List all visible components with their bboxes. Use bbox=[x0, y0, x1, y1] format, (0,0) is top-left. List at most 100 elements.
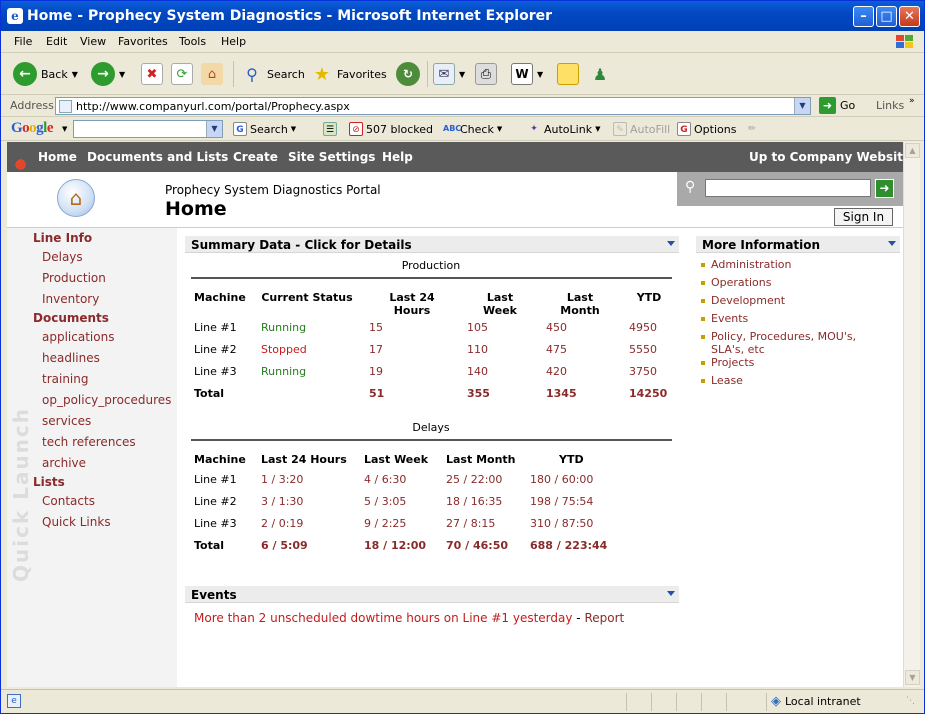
spell-check-button[interactable]: ABC Check ▼ bbox=[443, 122, 502, 136]
ql-inventory[interactable]: Inventory bbox=[42, 292, 99, 306]
close-button[interactable]: ✕ bbox=[899, 6, 920, 27]
back-button[interactable]: ← Back ▼ bbox=[13, 61, 78, 87]
messenger-button[interactable]: ♟ bbox=[589, 61, 611, 87]
edit-button[interactable]: W ▼ bbox=[511, 61, 543, 87]
more-operations[interactable]: Operations bbox=[711, 276, 771, 289]
news-button[interactable]: ☰ bbox=[323, 122, 337, 136]
google-search-input[interactable]: ▼ bbox=[73, 120, 223, 138]
summary-menu-dropdown-icon[interactable] bbox=[667, 241, 675, 246]
autofill-button[interactable]: ✎ AutoFill bbox=[613, 122, 670, 136]
scroll-up-icon[interactable]: ▲ bbox=[905, 143, 920, 158]
menu-file[interactable]: File bbox=[14, 35, 32, 48]
events-menu-dropdown-icon[interactable] bbox=[667, 591, 675, 596]
refresh-button[interactable]: ⟳ bbox=[171, 61, 193, 87]
ql-headlines[interactable]: headlines bbox=[42, 351, 100, 365]
menu-edit[interactable]: Edit bbox=[46, 35, 67, 48]
prod-col-machine: Machine bbox=[194, 291, 246, 304]
nav-help[interactable]: Help bbox=[382, 150, 413, 164]
ql-delays[interactable]: Delays bbox=[42, 250, 83, 264]
nav-up-to-company-website[interactable]: Up to Company Website bbox=[749, 150, 903, 164]
minimize-button[interactable]: – bbox=[853, 6, 874, 27]
ql-quick-links[interactable]: Quick Links bbox=[42, 515, 111, 529]
site-search-go-icon[interactable]: ➜ bbox=[875, 179, 894, 198]
status-stopped: Stopped bbox=[261, 343, 307, 356]
menu-favorites[interactable]: Favorites bbox=[118, 35, 168, 48]
address-label: Address bbox=[10, 99, 54, 112]
address-dropdown-icon[interactable]: ▼ bbox=[794, 98, 810, 114]
favorites-button[interactable]: ★ Favorites bbox=[311, 61, 387, 87]
more-administration[interactable]: Administration bbox=[711, 258, 792, 271]
google-search-dropdown-icon[interactable]: ▼ bbox=[291, 125, 296, 133]
address-url: http://www.companyurl.com/portal/Prophec… bbox=[76, 100, 350, 113]
nav-home[interactable]: Home bbox=[38, 150, 77, 164]
more-development[interactable]: Development bbox=[711, 294, 785, 307]
address-input[interactable]: http://www.companyurl.com/portal/Prophec… bbox=[55, 97, 811, 115]
menu-help[interactable]: Help bbox=[221, 35, 246, 48]
ql-lists[interactable]: Lists bbox=[33, 475, 65, 489]
ql-tech-references[interactable]: tech references bbox=[42, 435, 136, 449]
site-search-input[interactable] bbox=[705, 179, 871, 197]
discuss-button[interactable] bbox=[557, 61, 579, 87]
check-dropdown-icon[interactable]: ▼ bbox=[497, 125, 502, 133]
event-report-link[interactable]: Report bbox=[584, 611, 624, 625]
edit-dropdown-icon[interactable]: ▼ bbox=[537, 70, 543, 79]
more-information-header[interactable]: More Information bbox=[696, 236, 900, 253]
history-button[interactable]: ↻ bbox=[396, 61, 420, 87]
options-button[interactable]: G Options bbox=[677, 122, 736, 136]
forward-button[interactable]: → ▼ bbox=[91, 61, 125, 87]
autolink-dropdown-icon[interactable]: ▼ bbox=[595, 125, 600, 133]
ql-services[interactable]: services bbox=[42, 414, 91, 428]
ql-contacts[interactable]: Contacts bbox=[42, 494, 95, 508]
event-message[interactable]: More than 2 unscheduled dowtime hours on… bbox=[194, 611, 572, 625]
menu-tools[interactable]: Tools bbox=[179, 35, 206, 48]
nav-documents-and-lists[interactable]: Documents and Lists bbox=[87, 150, 228, 164]
google-search-button[interactable]: G Search ▼ bbox=[233, 122, 296, 136]
forward-dropdown-icon[interactable]: ▼ bbox=[119, 70, 125, 79]
ql-op-policy-procedures[interactable]: op_policy_procedures bbox=[42, 393, 171, 407]
chevron-right-icon[interactable]: » bbox=[909, 96, 915, 106]
google-menu-dropdown-icon[interactable]: ▼ bbox=[62, 125, 67, 133]
links-toolbar[interactable]: Links bbox=[876, 99, 904, 112]
highlight-button[interactable]: ✏ bbox=[745, 122, 759, 136]
home-logo-icon[interactable]: ⌂ bbox=[57, 179, 95, 217]
ql-line-info[interactable]: Line Info bbox=[33, 231, 92, 245]
mail-button[interactable]: ✉ ▼ bbox=[433, 61, 465, 87]
more-policy-procedures[interactable]: Policy, Procedures, MOU's, bbox=[711, 330, 856, 343]
nav-site-settings[interactable]: Site Settings bbox=[288, 150, 375, 164]
delay-col-machine: Machine bbox=[194, 453, 246, 466]
nav-create[interactable]: Create bbox=[233, 150, 278, 164]
mail-dropdown-icon[interactable]: ▼ bbox=[459, 70, 465, 79]
back-dropdown-icon[interactable]: ▼ bbox=[72, 70, 78, 79]
home-button[interactable]: ⌂ bbox=[201, 61, 223, 87]
go-arrow-icon: ➜ bbox=[819, 97, 836, 114]
scroll-down-icon[interactable]: ▼ bbox=[905, 670, 920, 685]
autolink-button[interactable]: ✦ AutoLink ▼ bbox=[527, 122, 600, 136]
ql-production[interactable]: Production bbox=[42, 271, 106, 285]
search-icon: ⚲ bbox=[246, 64, 258, 84]
maximize-button[interactable]: □ bbox=[876, 6, 897, 27]
more-lease[interactable]: Lease bbox=[711, 374, 743, 387]
ql-applications[interactable]: applications bbox=[42, 330, 114, 344]
more-events[interactable]: Events bbox=[711, 312, 748, 325]
sign-in-button[interactable]: Sign In bbox=[834, 208, 893, 226]
pen-icon: ✏ bbox=[748, 124, 756, 134]
google-input-dropdown-icon[interactable]: ▼ bbox=[206, 121, 222, 137]
events-header[interactable]: Events bbox=[185, 586, 679, 603]
vertical-scrollbar[interactable]: ▲ ▼ bbox=[903, 142, 920, 687]
resize-grip-icon[interactable]: ⋱ bbox=[906, 696, 915, 706]
print-button[interactable]: ⎙ bbox=[475, 61, 497, 87]
more-info-dropdown-icon[interactable] bbox=[888, 241, 896, 246]
ql-training[interactable]: training bbox=[42, 372, 89, 386]
popup-blocker-button[interactable]: ⊘ 507 blocked bbox=[349, 122, 433, 136]
browser-window: e Home - Prophecy System Diagnostics - M… bbox=[0, 0, 925, 714]
go-button[interactable]: ➜ Go bbox=[819, 97, 855, 114]
more-projects[interactable]: Projects bbox=[711, 356, 754, 369]
search-button[interactable]: ⚲ Search bbox=[241, 61, 305, 87]
stop-button[interactable]: ✖ bbox=[141, 61, 163, 87]
summary-header[interactable]: Summary Data - Click for Details bbox=[185, 236, 679, 253]
ql-documents[interactable]: Documents bbox=[33, 311, 109, 325]
address-bar: Address http://www.companyurl.com/portal… bbox=[1, 95, 924, 117]
ql-archive[interactable]: archive bbox=[42, 456, 86, 470]
more-policy-procedures-cont[interactable]: SLA's, etc bbox=[711, 343, 765, 356]
menu-view[interactable]: View bbox=[80, 35, 106, 48]
